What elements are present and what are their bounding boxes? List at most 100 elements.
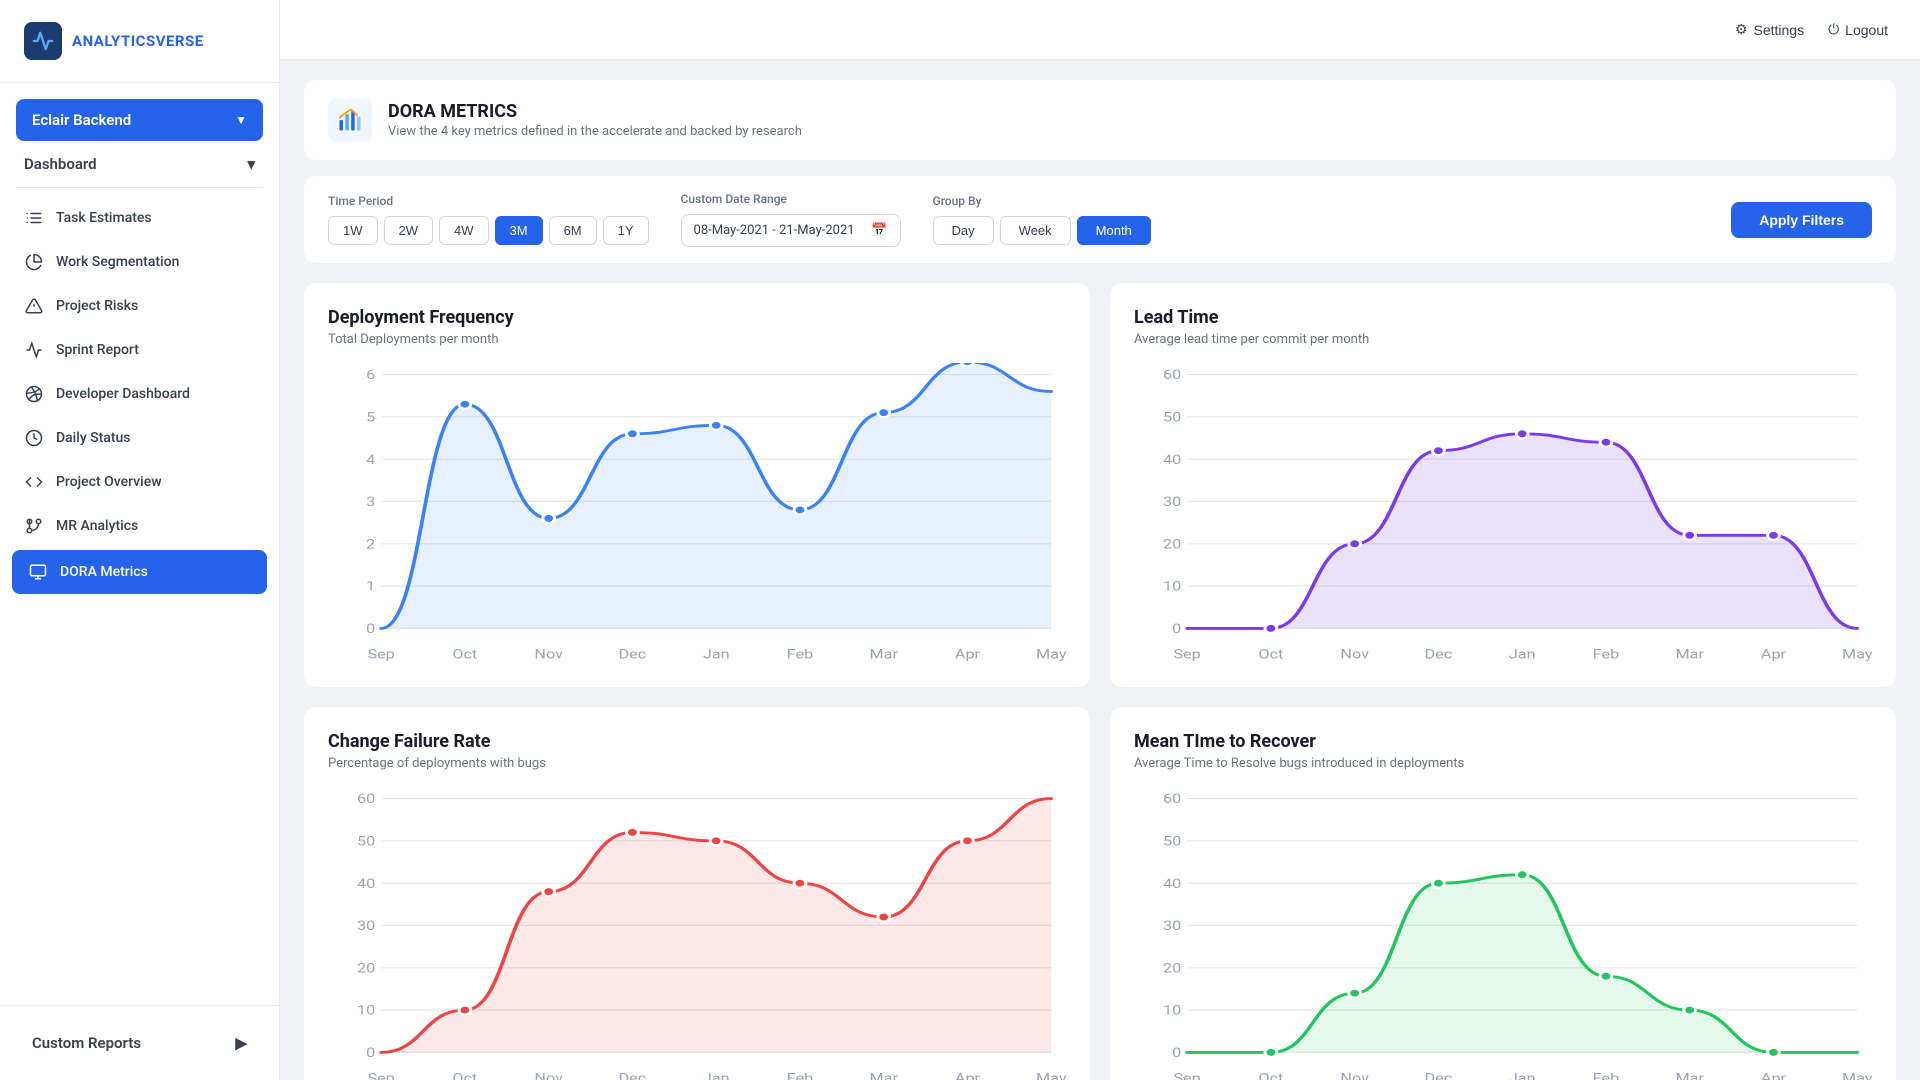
svg-text:30: 30 [357,918,375,934]
main-content: ⚙ Settings ⏻ Logout DORA METRICS View th [280,0,1920,1080]
sidebar-item-project-overview[interactable]: Project Overview [0,460,279,504]
sidebar-item-label: DORA Metrics [60,564,148,580]
svg-text:0: 0 [366,621,375,637]
sidebar-item-label: MR Analytics [56,518,138,534]
group-by-buttons: DayWeekMonth [933,216,1151,245]
chevron-right-icon: ▶ [235,1034,247,1052]
svg-text:30: 30 [1163,494,1181,510]
svg-text:30: 30 [1163,918,1181,934]
svg-text:5: 5 [366,409,375,425]
monitor-icon [28,562,48,582]
svg-text:Jan: Jan [1509,646,1536,662]
alert-icon [24,296,44,316]
svg-text:Apr: Apr [955,646,980,662]
sidebar-item-label: Daily Status [56,430,131,446]
sidebar-item-label: Developer Dashboard [56,386,190,402]
svg-text:2: 2 [366,536,375,552]
svg-text:May: May [1036,646,1066,662]
change-failure-rate-chart: 0102030405060SepOctNovDecJanFebMarAprMay [328,787,1066,1080]
time-btn-1w[interactable]: 1W [328,216,378,245]
time-btn-2w[interactable]: 2W [384,216,434,245]
svg-text:0: 0 [1172,621,1181,637]
change-failure-rate-card: Change Failure Rate Percentage of deploy… [304,707,1090,1080]
svg-text:60: 60 [1163,367,1181,383]
deployment-frequency-card: Deployment Frequency Total Deployments p… [304,283,1090,687]
time-btn-6m[interactable]: 6M [549,216,597,245]
svg-text:Oct: Oct [1258,646,1283,662]
apply-filters-button[interactable]: Apply Filters [1731,202,1872,238]
svg-text:Apr: Apr [955,1070,980,1080]
sidebar-item-sprint-report[interactable]: Sprint Report [0,328,279,372]
svg-text:Sep: Sep [1173,646,1200,662]
svg-text:20: 20 [1163,536,1181,552]
svg-text:Feb: Feb [787,646,814,662]
svg-text:60: 60 [1163,791,1181,807]
svg-text:May: May [1842,1070,1872,1080]
content-area: DORA METRICS View the 4 key metrics defi… [280,60,1920,1080]
svg-text:Nov: Nov [1340,646,1369,662]
chevron-down-icon: ▼ [235,113,247,127]
group-btn-month[interactable]: Month [1077,216,1151,245]
sidebar-item-developer-dashboard[interactable]: Developer Dashboard [0,372,279,416]
sidebar-item-label: Sprint Report [56,342,139,358]
svg-text:3: 3 [366,494,375,510]
dashboard-header: Dashboard ▾ [16,141,263,188]
custom-reports-button[interactable]: Custom Reports ▶ [16,1022,263,1064]
time-btn-4w[interactable]: 4W [439,216,489,245]
sidebar-item-work-segmentation[interactable]: Work Segmentation [0,240,279,284]
group-btn-week[interactable]: Week [1000,216,1071,245]
svg-text:20: 20 [357,960,375,976]
charts-grid: Deployment Frequency Total Deployments p… [304,283,1896,1080]
svg-text:May: May [1036,1070,1066,1080]
chevron-down-icon: ▾ [247,155,255,173]
sidebar-item-project-risks[interactable]: Project Risks [0,284,279,328]
svg-text:4: 4 [366,452,375,468]
logo-text: ANALYTICSVERSE [72,32,204,50]
sidebar-item-mr-analytics[interactable]: MR Analytics [0,504,279,548]
chart-line-icon [24,340,44,360]
mean-time-to-recover-card: Mean TIme to Recover Average Time to Res… [1110,707,1896,1080]
topbar: ⚙ Settings ⏻ Logout [280,0,1920,60]
custom-reports-section: Custom Reports ▶ [0,1005,279,1080]
time-period-buttons: 1W2W4W3M6M1Y [328,216,649,245]
svg-text:Dec: Dec [619,1070,647,1080]
logo-area: ANALYTICSVERSE [0,0,279,83]
svg-text:20: 20 [1163,960,1181,976]
group-btn-day[interactable]: Day [933,216,994,245]
date-range-input[interactable]: 08-May-2021 - 21-May-2021 📅 [681,214,901,247]
sidebar-item-daily-status[interactable]: Daily Status [0,416,279,460]
svg-text:50: 50 [1163,409,1181,425]
svg-text:Feb: Feb [1593,646,1620,662]
logout-button[interactable]: ⏻ Logout [1828,21,1888,38]
svg-text:Sep: Sep [367,646,394,662]
svg-text:Apr: Apr [1761,646,1786,662]
svg-text:50: 50 [357,833,375,849]
svg-text:Jan: Jan [703,646,730,662]
sidebar-item-task-estimates[interactable]: Task Estimates [0,196,279,240]
svg-text:Mar: Mar [1675,646,1704,662]
sidebar-item-dora-metrics[interactable]: DORA Metrics [12,550,267,594]
project-selector[interactable]: Eclair Backend ▼ [16,99,263,141]
svg-text:Oct: Oct [1258,1070,1283,1080]
svg-text:40: 40 [1163,452,1181,468]
deployment-frequency-chart: 0123456SepOctNovDecJanFebMarAprMay [328,363,1066,663]
time-btn-1y[interactable]: 1Y [603,216,649,245]
svg-text:Nov: Nov [534,646,563,662]
lead-time-chart: 0102030405060SepOctNovDecJanFebMarAprMay [1134,363,1872,663]
branch-icon [24,516,44,536]
time-btn-3m[interactable]: 3M [495,216,543,245]
settings-button[interactable]: ⚙ Settings [1735,21,1804,38]
dora-metrics-icon [328,98,372,142]
page-header-text: DORA METRICS View the 4 key metrics defi… [388,101,802,139]
logo-icon [24,22,62,60]
lead-time-card: Lead Time Average lead time per commit p… [1110,283,1896,687]
group-by-group: Group By DayWeekMonth [933,194,1151,245]
svg-text:Sep: Sep [367,1070,394,1080]
svg-text:Mar: Mar [869,1070,898,1080]
svg-text:Nov: Nov [1340,1070,1369,1080]
svg-text:Dec: Dec [1425,646,1453,662]
page-header: DORA METRICS View the 4 key metrics defi… [304,80,1896,160]
svg-text:50: 50 [1163,833,1181,849]
svg-text:Dec: Dec [1425,1070,1453,1080]
svg-text:Jan: Jan [1509,1070,1536,1080]
